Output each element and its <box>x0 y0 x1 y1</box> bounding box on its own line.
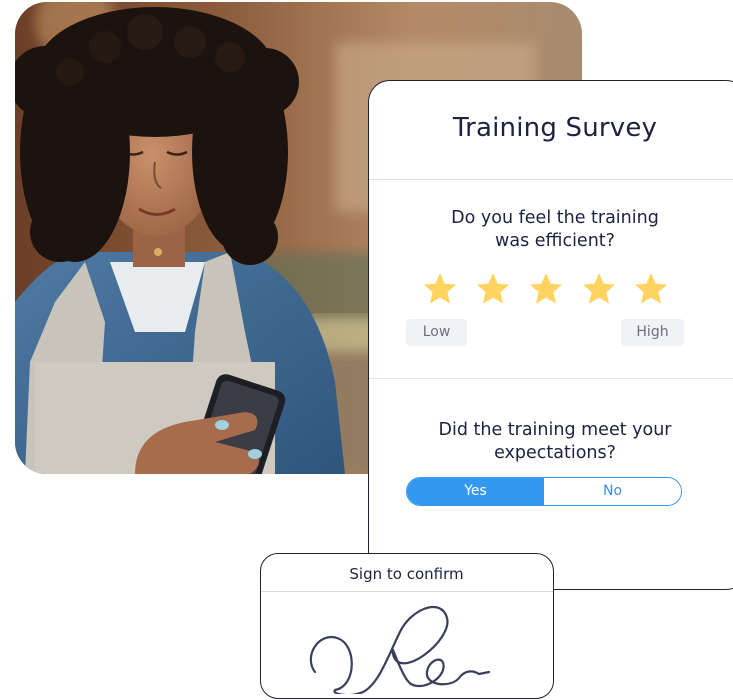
question-expectations: Did the training meet your expectations? <box>369 419 733 465</box>
question-efficiency-line1: Do you feel the training <box>451 208 659 228</box>
question-efficiency-line2: was efficient? <box>495 231 615 251</box>
training-survey-card: Training Survey Do you feel the training… <box>368 80 733 590</box>
signature-drawing[interactable] <box>301 594 501 694</box>
sign-title: Sign to confirm <box>349 565 464 583</box>
question-expectations-line2: expectations? <box>494 443 616 463</box>
star-icon[interactable] <box>581 271 617 307</box>
star-icon[interactable] <box>475 271 511 307</box>
question-divider <box>369 378 733 379</box>
question-efficiency: Do you feel the training was efficient? <box>369 207 733 253</box>
star-rating <box>369 271 733 307</box>
rating-low-label: Low <box>406 319 467 346</box>
rating-high-label: High <box>621 319 684 346</box>
yes-option[interactable]: Yes <box>407 478 544 505</box>
star-icon[interactable] <box>422 271 458 307</box>
sign-divider <box>261 591 553 592</box>
star-icon[interactable] <box>528 271 564 307</box>
title-divider <box>369 179 733 180</box>
star-icon[interactable] <box>633 271 669 307</box>
survey-title: Training Survey <box>452 113 658 143</box>
signature-card: Sign to confirm <box>260 553 554 699</box>
yes-no-toggle: Yes No <box>406 477 682 506</box>
no-option[interactable]: No <box>544 478 681 505</box>
question-expectations-line1: Did the training meet your <box>438 420 672 440</box>
